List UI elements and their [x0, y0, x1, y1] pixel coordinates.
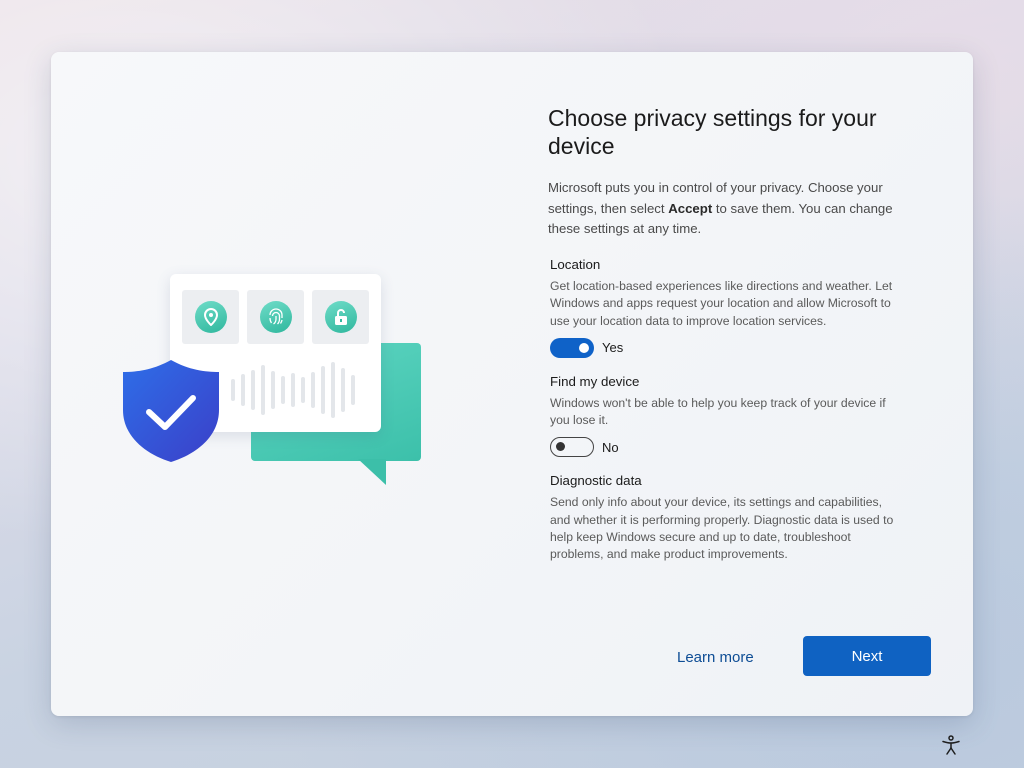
intro-accept-emphasis: Accept — [668, 200, 713, 216]
privacy-illustration — [121, 270, 431, 490]
page-title: Choose privacy settings for your device — [548, 105, 877, 159]
location-toggle-label: Yes — [602, 340, 624, 356]
setting-description: Windows won't be able to help you keep t… — [550, 395, 886, 428]
setting-title: Location — [550, 257, 601, 272]
teal-chat-bubble-tail — [358, 459, 386, 485]
setting-diagnostic-data: Diagnostic data Send only info about you… — [550, 473, 900, 563]
shield-check-icon — [121, 358, 221, 464]
intro-text: Microsoft puts you in control of your pr… — [548, 180, 893, 236]
accessibility-icon[interactable] — [940, 734, 962, 756]
location-pin-icon — [182, 290, 239, 344]
find-my-device-toggle-label: No — [602, 439, 619, 455]
voice-waveform — [225, 362, 365, 418]
oobe-dialog: Choose privacy settings for your device … — [51, 52, 973, 716]
find-my-device-toggle[interactable] — [550, 437, 594, 458]
setting-find-my-device: Find my device Windows won't be able to … — [550, 374, 900, 458]
setting-description: Get location-based experiences like dire… — [550, 279, 893, 328]
setting-description: Send only info about your device, its se… — [550, 495, 894, 562]
learn-more-link[interactable]: Learn more — [677, 644, 779, 670]
fingerprint-icon — [247, 290, 304, 344]
setting-location: Location Get location-based experiences … — [550, 257, 900, 358]
setting-title: Find my device — [550, 373, 640, 389]
unlock-icon — [312, 290, 369, 344]
setting-title: Diagnostic data — [550, 473, 642, 489]
next-button[interactable]: Next — [803, 636, 931, 676]
location-toggle[interactable] — [550, 337, 594, 358]
settings-scroll-area[interactable]: Location Get location-based experiences … — [550, 257, 900, 609]
